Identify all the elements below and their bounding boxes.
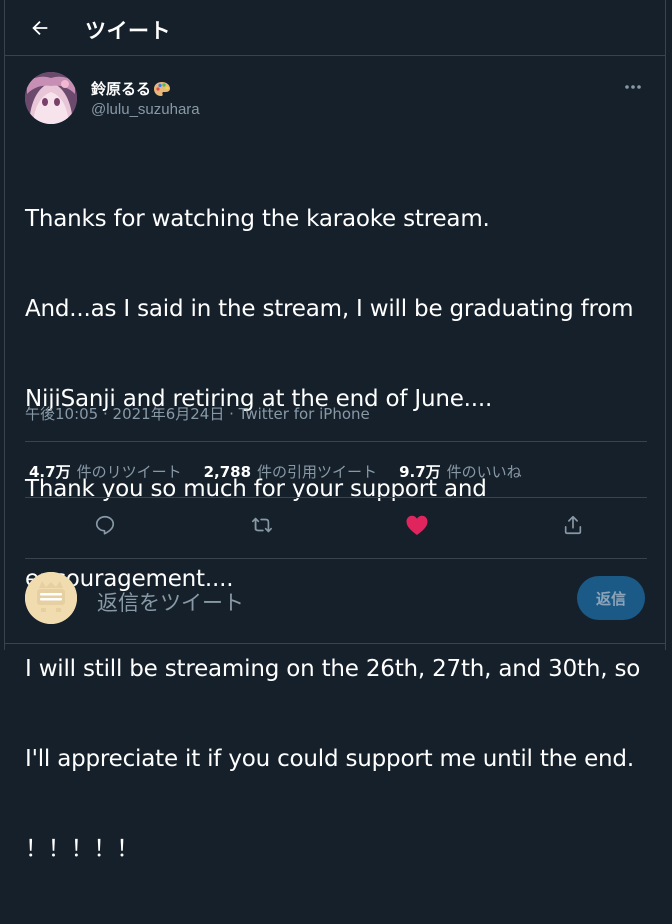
divider: [25, 441, 647, 442]
engagement-stats: 4.7万 件のリツイート 2,788 件の引用ツイート 9.7万 件のいいね: [29, 461, 544, 482]
heart-icon: [406, 515, 428, 535]
tweet-date[interactable]: 2021年6月24日: [113, 405, 225, 423]
avatar[interactable]: [25, 72, 77, 124]
retweets-stat[interactable]: 4.7万 件のリツイート: [29, 461, 182, 482]
reply-submit-button[interactable]: 返信: [577, 576, 645, 620]
ellipsis-icon: [625, 85, 641, 89]
retweet-icon: [252, 517, 272, 533]
user-avatar[interactable]: [25, 572, 77, 624]
meta-separator: ·: [224, 405, 239, 423]
quotes-stat[interactable]: 2,788 件の引用ツイート: [204, 461, 377, 482]
author-handle[interactable]: @lulu_suzuhara: [91, 101, 200, 118]
share-button[interactable]: [556, 508, 590, 542]
author-display-name[interactable]: 鈴原るる: [91, 78, 171, 99]
retweets-label: 件のリツイート: [76, 463, 182, 481]
tweet-line: And...as I said in the stream, I will be…: [25, 296, 634, 322]
speech-bubble-icon: [95, 515, 115, 535]
header-bar: ツイート: [5, 0, 665, 56]
quotes-count: 2,788: [203, 463, 252, 481]
author-name-text: 鈴原るる: [91, 80, 152, 98]
share-icon: [564, 515, 582, 535]
like-button[interactable]: [400, 508, 434, 542]
reply-composer: 返信をツイート 返信: [5, 558, 665, 644]
quotes-label: 件の引用ツイート: [257, 463, 378, 481]
tweet-line: ！！！！！: [25, 836, 140, 862]
avatar-image: [25, 72, 77, 124]
arrow-left-icon: [32, 20, 48, 36]
palette-icon: [154, 81, 171, 96]
likes-stat[interactable]: 9.7万 件のいいね: [399, 461, 522, 482]
likes-label: 件のいいね: [446, 463, 522, 481]
tweet-source[interactable]: Twitter for iPhone: [239, 405, 370, 423]
back-button[interactable]: [25, 13, 55, 43]
more-options-button[interactable]: [621, 78, 645, 96]
divider: [25, 497, 647, 498]
page-title: ツイート: [85, 19, 171, 43]
reply-input[interactable]: 返信をツイート: [97, 587, 244, 617]
likes-count: 9.7万: [399, 463, 441, 481]
meta-separator: ·: [98, 405, 113, 423]
tweet-time[interactable]: 午後10:05: [25, 405, 98, 423]
tweet-line: I will still be streaming on the 26th, 2…: [25, 656, 641, 682]
user-avatar-image: [25, 572, 77, 624]
tweet-detail-page: ツイート 鈴原るる @lulu_suzuhara Thanks for watc…: [4, 0, 666, 862]
retweets-count: 4.7万: [29, 463, 71, 481]
tweet-line: Thanks for watching the karaoke stream.: [25, 206, 490, 232]
reply-button[interactable]: [88, 508, 122, 542]
action-bar: [25, 508, 647, 542]
tweet-line: I'll appreciate it if you could support …: [25, 746, 634, 772]
tweet-meta: 午後10:05 · 2021年6月24日 · Twitter for iPhon…: [25, 403, 370, 424]
divider: [5, 643, 665, 644]
retweet-button[interactable]: [245, 508, 279, 542]
